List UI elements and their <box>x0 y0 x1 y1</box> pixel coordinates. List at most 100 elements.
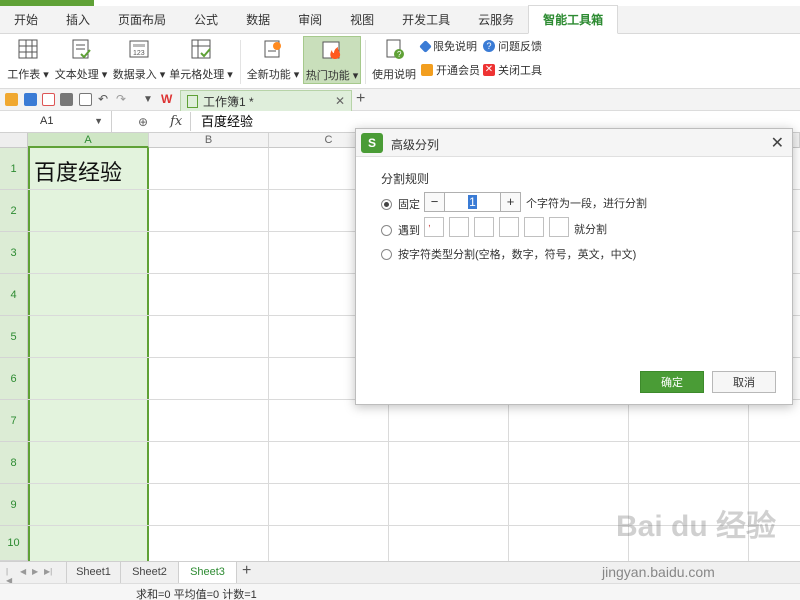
new-tab-plus-icon[interactable]: + <box>356 90 369 107</box>
cancel-button[interactable]: 取消 <box>712 371 776 393</box>
row-header-3[interactable]: 3 <box>0 232 28 274</box>
open-icon[interactable] <box>5 93 18 106</box>
free-notice-button[interactable]: 限免说明 <box>419 38 477 54</box>
chevron-down-icon[interactable]: ▼ <box>94 111 103 132</box>
tab-home[interactable]: 开始 <box>0 6 52 34</box>
char-type-option[interactable]: 按字符类型分割(空格，数字，符号，英文，中文) <box>381 246 636 262</box>
advanced-split-dialog: S 高级分列 ✕ 分割规则 固定 − 1 + 个字符为一段，进行分割 遇到 , … <box>355 128 793 405</box>
select-all-corner[interactable] <box>0 133 28 148</box>
zoom-icon[interactable]: ⊕ <box>138 115 148 129</box>
export-pdf-icon[interactable] <box>42 93 55 106</box>
segment-length-stepper[interactable]: − 1 + <box>424 192 521 212</box>
encounter-radio[interactable] <box>381 224 392 236</box>
delimiter-char-input[interactable] <box>549 217 569 237</box>
char-type-radio[interactable] <box>381 248 392 260</box>
svg-text:?: ? <box>397 50 402 59</box>
undo-icon[interactable]: ↶ <box>98 93 111 106</box>
column-header-a[interactable]: A <box>28 133 149 148</box>
watermark-url: jingyan.baidu.com <box>602 564 715 580</box>
new-features-icon <box>262 38 284 60</box>
print-preview-icon[interactable] <box>79 93 92 106</box>
print-icon[interactable] <box>60 93 73 106</box>
column-header-b[interactable]: B <box>149 133 269 148</box>
tab-page-layout[interactable]: 页面布局 <box>104 6 180 34</box>
cell-processing-button[interactable]: 单元格处理 ▾ <box>169 36 233 84</box>
cell-processing-icon <box>190 38 212 60</box>
customize-dropdown-icon[interactable]: ▼ <box>143 93 156 106</box>
cell-a1[interactable]: 百度经验 <box>34 155 122 187</box>
watermark-brand: Bai du 经验 <box>616 510 777 543</box>
worksheet-icon <box>17 38 39 60</box>
text-processing-button[interactable]: 文本处理 ▾ <box>55 36 107 84</box>
tab-developer[interactable]: 开发工具 <box>388 6 464 34</box>
usage-guide-button[interactable]: ? 使用说明 <box>371 36 417 84</box>
redo-icon[interactable]: ↷ <box>116 93 129 106</box>
feedback-button[interactable]: ? 问题反馈 <box>483 38 542 54</box>
row-header-6[interactable]: 6 <box>0 358 28 400</box>
function-icon[interactable]: fx <box>170 114 182 129</box>
fixed-radio[interactable] <box>381 198 392 210</box>
cell-processing-label: 单元格处理 <box>169 69 225 81</box>
tab-formulas[interactable]: 公式 <box>180 6 232 34</box>
free-notice-label: 限免说明 <box>433 41 477 53</box>
usage-guide-icon: ? <box>383 38 405 60</box>
row-header-7[interactable]: 7 <box>0 400 28 442</box>
tab-cloud[interactable]: 云服务 <box>464 6 528 34</box>
row-header-5[interactable]: 5 <box>0 316 28 358</box>
hot-features-button[interactable]: 热门功能 ▾ <box>303 36 361 84</box>
sheet-tab-2[interactable]: Sheet2 <box>121 562 179 583</box>
delimiter-char-input[interactable]: , <box>424 217 444 237</box>
sheet-tab-1[interactable]: Sheet1 <box>66 562 121 583</box>
save-icon[interactable] <box>24 93 37 106</box>
delimiter-char-input[interactable] <box>449 217 469 237</box>
tab-review[interactable]: 审阅 <box>284 6 336 34</box>
close-x-icon: ✕ <box>483 64 495 76</box>
close-icon[interactable]: ✕ <box>771 133 784 153</box>
next-sheet-icon[interactable]: ▶ <box>32 567 40 577</box>
wps-logo-icon[interactable]: W <box>161 93 174 106</box>
cell-reference: A1 <box>40 115 54 127</box>
help-icon: ? <box>483 40 495 52</box>
name-box[interactable]: A1 ▼ <box>0 111 112 132</box>
quick-access-bar: ↶ ↷ ▼ W 工作簿1 * ✕ + <box>0 89 800 111</box>
close-tool-button[interactable]: ✕ 关闭工具 <box>483 62 542 78</box>
close-tool-label: 关闭工具 <box>498 65 542 77</box>
sheet-tab-3[interactable]: Sheet3 <box>179 562 237 583</box>
add-sheet-icon[interactable]: + <box>242 562 251 580</box>
delimiter-char-input[interactable] <box>524 217 544 237</box>
row-header-1[interactable]: 1 <box>0 148 28 190</box>
dialog-header[interactable]: S 高级分列 ✕ <box>356 129 792 157</box>
tab-view[interactable]: 视图 <box>336 6 388 34</box>
document-tab[interactable]: 工作簿1 * ✕ <box>180 90 352 111</box>
dialog-title: 高级分列 <box>391 138 440 152</box>
tab-data[interactable]: 数据 <box>232 6 284 34</box>
delimiter-char-input[interactable] <box>474 217 494 237</box>
ok-button[interactable]: 确定 <box>640 371 704 393</box>
data-entry-button[interactable]: 123 数据录入 ▾ <box>112 36 166 84</box>
segment-length-input[interactable]: 1 <box>444 193 501 211</box>
row-header-9[interactable]: 9 <box>0 484 28 526</box>
row-header-10[interactable]: 10 <box>0 526 28 561</box>
fixed-option[interactable]: 固定 <box>381 196 420 212</box>
document-title: 工作簿1 * <box>203 94 254 109</box>
close-icon[interactable]: ✕ <box>335 94 345 108</box>
tab-smart-toolbox[interactable]: 智能工具箱 <box>528 5 619 34</box>
encounter-option[interactable]: 遇到 <box>381 222 420 238</box>
delimiter-char-input[interactable] <box>499 217 519 237</box>
first-sheet-icon[interactable]: |◀ <box>6 567 14 585</box>
encounter-label: 遇到 <box>398 225 420 237</box>
last-sheet-icon[interactable]: ▶| <box>44 567 52 577</box>
prev-sheet-icon[interactable]: ◀ <box>20 567 28 577</box>
decrement-button[interactable]: − <box>425 193 444 211</box>
new-features-button[interactable]: 全新功能 ▾ <box>246 36 300 84</box>
grid-line <box>28 483 800 484</box>
increment-button[interactable]: + <box>501 193 520 211</box>
row-header-4[interactable]: 4 <box>0 274 28 316</box>
membership-button[interactable]: 开通会员 <box>421 62 480 78</box>
ribbon-divider <box>365 40 366 84</box>
worksheet-button[interactable]: 工作表 ▾ <box>6 36 50 84</box>
row-header-2[interactable]: 2 <box>0 190 28 232</box>
row-header-8[interactable]: 8 <box>0 442 28 484</box>
tab-insert[interactable]: 插入 <box>52 6 104 34</box>
membership-label: 开通会员 <box>436 65 480 77</box>
